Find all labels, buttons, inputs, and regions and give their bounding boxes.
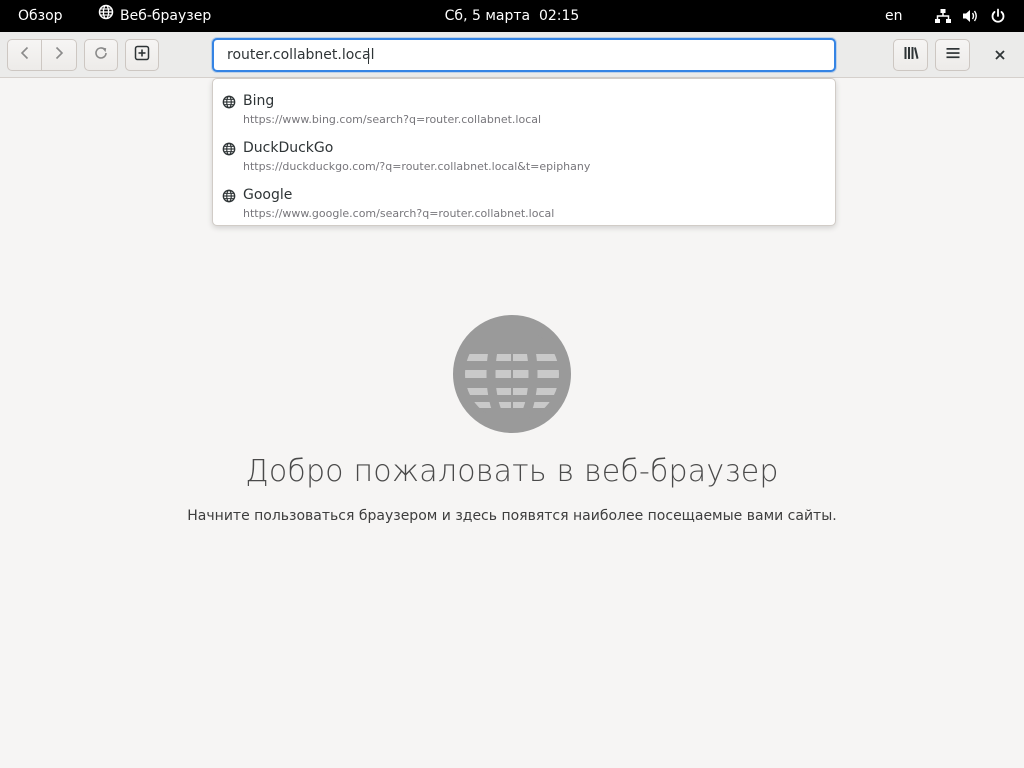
globe-icon <box>222 141 236 160</box>
welcome-title: Добро пожаловать в веб-браузер <box>245 454 779 489</box>
language-indicator[interactable]: en <box>885 0 903 32</box>
globe-icon <box>222 188 236 207</box>
suggestion-url: https://www.bing.com/search?q=router.col… <box>243 113 542 126</box>
new-tab-button[interactable] <box>125 39 159 71</box>
suggestion-item-google[interactable]: Google https://www.google.com/search?q=r… <box>213 177 835 224</box>
text-caret <box>368 48 369 64</box>
chevron-right-icon <box>51 45 67 65</box>
clock[interactable]: Сб, 5 марта 02:15 <box>445 8 580 24</box>
new-tab-icon <box>134 45 150 65</box>
language-label: en <box>885 8 903 24</box>
top-bar: Обзор Веб-браузер Сб, 5 марта 02:15 en <box>0 0 1024 32</box>
library-button[interactable] <box>893 39 928 71</box>
search-suggestions-popup: Bing https://www.bing.com/search?q=route… <box>212 78 836 226</box>
app-menu[interactable]: Веб-браузер <box>98 0 211 32</box>
library-icon <box>903 45 919 65</box>
suggestion-item-duckduckgo[interactable]: DuckDuckGo https://duckduckgo.com/?q=rou… <box>213 130 835 177</box>
power-icon <box>990 8 1006 24</box>
suggestion-url: https://www.google.com/search?q=router.c… <box>243 207 555 220</box>
chevron-left-icon <box>17 45 33 65</box>
welcome-subtitle: Начните пользоваться браузером и здесь п… <box>187 508 837 524</box>
suggestion-url: https://duckduckgo.com/?q=router.collabn… <box>243 160 591 173</box>
app-name-label: Веб-браузер <box>120 8 212 24</box>
reload-button[interactable] <box>84 39 118 71</box>
close-icon <box>994 46 1006 65</box>
reload-icon <box>93 45 109 65</box>
back-button[interactable] <box>7 39 42 71</box>
navigation-buttons <box>7 39 77 71</box>
url-input[interactable] <box>214 40 834 70</box>
close-window-button[interactable] <box>988 39 1012 71</box>
globe-icon <box>98 0 114 32</box>
hamburger-icon <box>945 45 961 65</box>
network-wired-icon <box>934 8 952 24</box>
suggestion-item-bing[interactable]: Bing https://www.bing.com/search?q=route… <box>213 83 835 130</box>
system-menu[interactable] <box>934 0 1006 32</box>
web-browser-globe-icon <box>451 313 573 439</box>
main-menu-button[interactable] <box>935 39 970 71</box>
address-bar[interactable] <box>212 38 836 72</box>
suggestion-title: DuckDuckGo <box>243 140 334 156</box>
activities-button[interactable]: Обзор <box>18 0 63 32</box>
suggestion-title: Google <box>243 187 293 203</box>
volume-icon <box>962 8 980 24</box>
suggestion-title: Bing <box>243 93 275 109</box>
forward-button[interactable] <box>42 39 77 71</box>
globe-icon <box>222 94 236 113</box>
activities-label: Обзор <box>18 8 63 24</box>
